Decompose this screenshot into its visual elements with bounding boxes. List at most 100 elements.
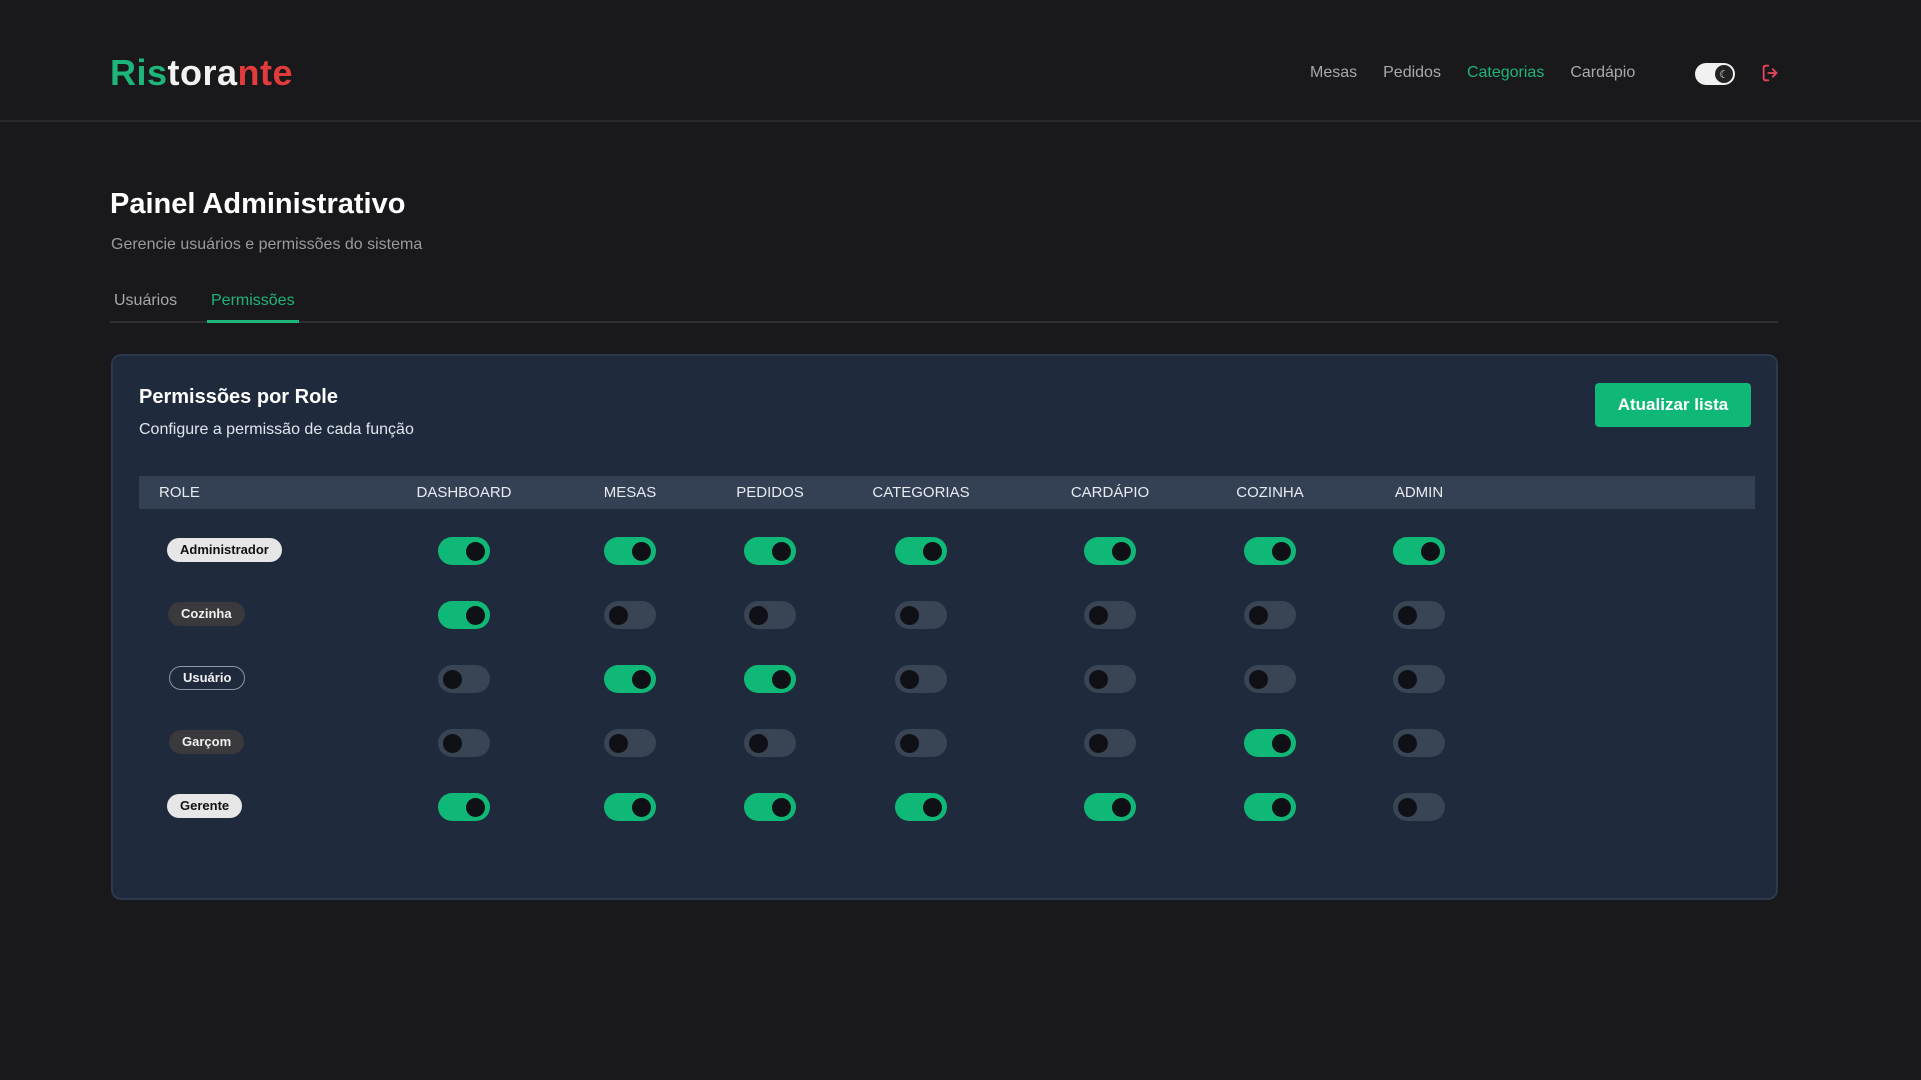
nav-link-cardapio[interactable]: Cardápio	[1570, 64, 1635, 82]
tab-usuarios[interactable]: Usuários	[110, 292, 181, 320]
table-row: Gerente	[113, 793, 1780, 858]
permission-toggle-mesas[interactable]	[604, 793, 656, 821]
page-title: Painel Administrativo	[110, 188, 406, 220]
toggle-knob	[1272, 798, 1291, 817]
admin-tabs: Usuários Permissões	[110, 288, 1778, 323]
toggle-knob	[466, 798, 485, 817]
toggle-knob	[632, 670, 651, 689]
brand-part-1: Ris	[110, 52, 168, 93]
toggle-knob	[1112, 542, 1131, 561]
page-subtitle: Gerencie usuários e permissões do sistem…	[111, 236, 423, 253]
permission-toggle-mesas[interactable]	[604, 537, 656, 565]
permission-toggle-cozinha[interactable]	[1244, 601, 1296, 629]
permission-toggle-cardapio[interactable]	[1084, 601, 1136, 629]
theme-toggle[interactable]: ☾	[1695, 63, 1735, 85]
table-row: Cozinha	[113, 601, 1780, 666]
permission-toggle-cardapio[interactable]	[1084, 793, 1136, 821]
permission-toggle-dashboard[interactable]	[438, 665, 490, 693]
toggle-knob	[1112, 798, 1131, 817]
toggle-knob	[749, 606, 768, 625]
nav-link-mesas[interactable]: Mesas	[1310, 64, 1357, 82]
column-header-role: ROLE	[159, 484, 200, 501]
column-header-pedidos: PEDIDOS	[736, 484, 804, 501]
role-badge: Cozinha	[168, 602, 245, 626]
column-header-admin: ADMIN	[1394, 484, 1444, 501]
toggle-knob	[609, 606, 628, 625]
permission-toggle-cardapio[interactable]	[1084, 665, 1136, 693]
toggle-knob	[1089, 670, 1108, 689]
permission-toggle-categorias[interactable]	[895, 537, 947, 565]
permission-toggle-dashboard[interactable]	[438, 729, 490, 757]
toggle-knob	[749, 734, 768, 753]
role-badge: Usuário	[169, 666, 246, 690]
app-header: Ristorante Mesas Pedidos Categorias Cardápi…	[0, 0, 1921, 122]
toggle-knob	[466, 542, 485, 561]
permission-toggle-cozinha[interactable]	[1244, 665, 1296, 693]
permission-toggle-admin[interactable]	[1393, 793, 1445, 821]
nav-link-pedidos[interactable]: Pedidos	[1383, 64, 1441, 82]
permission-toggle-mesas[interactable]	[604, 729, 656, 757]
permission-toggle-mesas[interactable]	[604, 665, 656, 693]
permission-toggle-admin[interactable]	[1393, 729, 1445, 757]
toggle-knob	[772, 542, 791, 561]
permission-toggle-pedidos[interactable]	[744, 601, 796, 629]
column-header-cozinha: COZINHA	[1236, 484, 1304, 501]
permission-toggle-cozinha[interactable]	[1244, 729, 1296, 757]
permission-toggle-dashboard[interactable]	[438, 537, 490, 565]
column-header-categorias: CATEGORIAS	[872, 484, 970, 501]
tab-permissoes[interactable]: Permissões	[207, 292, 299, 323]
permissions-card: Permissões por Role Configure a permissã…	[111, 354, 1778, 900]
table-row: Administrador	[113, 537, 1780, 602]
permission-toggle-cozinha[interactable]	[1244, 537, 1296, 565]
toggle-knob	[1249, 670, 1268, 689]
toggle-knob	[1089, 606, 1108, 625]
moon-icon: ☾	[1715, 65, 1733, 83]
toggle-knob	[466, 606, 485, 625]
permission-toggle-cardapio[interactable]	[1084, 729, 1136, 757]
toggle-knob	[1272, 542, 1291, 561]
permission-toggle-categorias[interactable]	[895, 601, 947, 629]
permission-toggle-admin[interactable]	[1393, 537, 1445, 565]
toggle-knob	[772, 798, 791, 817]
permission-toggle-categorias[interactable]	[895, 729, 947, 757]
permission-toggle-admin[interactable]	[1393, 601, 1445, 629]
nav-link-categorias[interactable]: Categorias	[1467, 64, 1544, 82]
permission-toggle-admin[interactable]	[1393, 665, 1445, 693]
brand-part-2: tora	[167, 52, 238, 93]
refresh-list-button[interactable]: Atualizar lista	[1595, 383, 1751, 427]
toggle-knob	[923, 798, 942, 817]
logout-icon[interactable]	[1760, 62, 1782, 84]
permission-toggle-categorias[interactable]	[895, 665, 947, 693]
toggle-knob	[443, 670, 462, 689]
table-header: ROLE DASHBOARD MESAS PEDIDOS CATEGORIAS CARDÁ…	[139, 476, 1755, 509]
toggle-knob	[772, 670, 791, 689]
permission-toggle-pedidos[interactable]	[744, 665, 796, 693]
toggle-knob	[900, 606, 919, 625]
column-header-mesas: MESAS	[603, 484, 657, 501]
table-row: Garçom	[113, 729, 1780, 794]
column-header-dashboard: DASHBOARD	[416, 484, 512, 501]
permission-toggle-dashboard[interactable]	[438, 601, 490, 629]
brand-part-3: nte	[237, 52, 294, 93]
permission-toggle-mesas[interactable]	[604, 601, 656, 629]
toggle-knob	[1421, 542, 1440, 561]
permission-toggle-pedidos[interactable]	[744, 729, 796, 757]
role-badge: Garçom	[169, 730, 245, 754]
toggle-knob	[1398, 798, 1417, 817]
permission-toggle-pedidos[interactable]	[744, 537, 796, 565]
permission-toggle-pedidos[interactable]	[744, 793, 796, 821]
brand-logo[interactable]: Ristorante	[110, 52, 293, 94]
role-badge: Gerente	[167, 794, 243, 818]
main-nav: Mesas Pedidos Categorias Cardápio	[1310, 64, 1661, 82]
card-subtitle: Configure a permissão de cada função	[139, 421, 414, 438]
toggle-knob	[1398, 734, 1417, 753]
toggle-knob	[443, 734, 462, 753]
toggle-knob	[1398, 670, 1417, 689]
permission-toggle-cardapio[interactable]	[1084, 537, 1136, 565]
table-row: Usuário	[113, 665, 1780, 730]
permission-toggle-cozinha[interactable]	[1244, 793, 1296, 821]
toggle-knob	[900, 734, 919, 753]
permission-toggle-dashboard[interactable]	[438, 793, 490, 821]
permission-toggle-categorias[interactable]	[895, 793, 947, 821]
toggle-knob	[632, 542, 651, 561]
